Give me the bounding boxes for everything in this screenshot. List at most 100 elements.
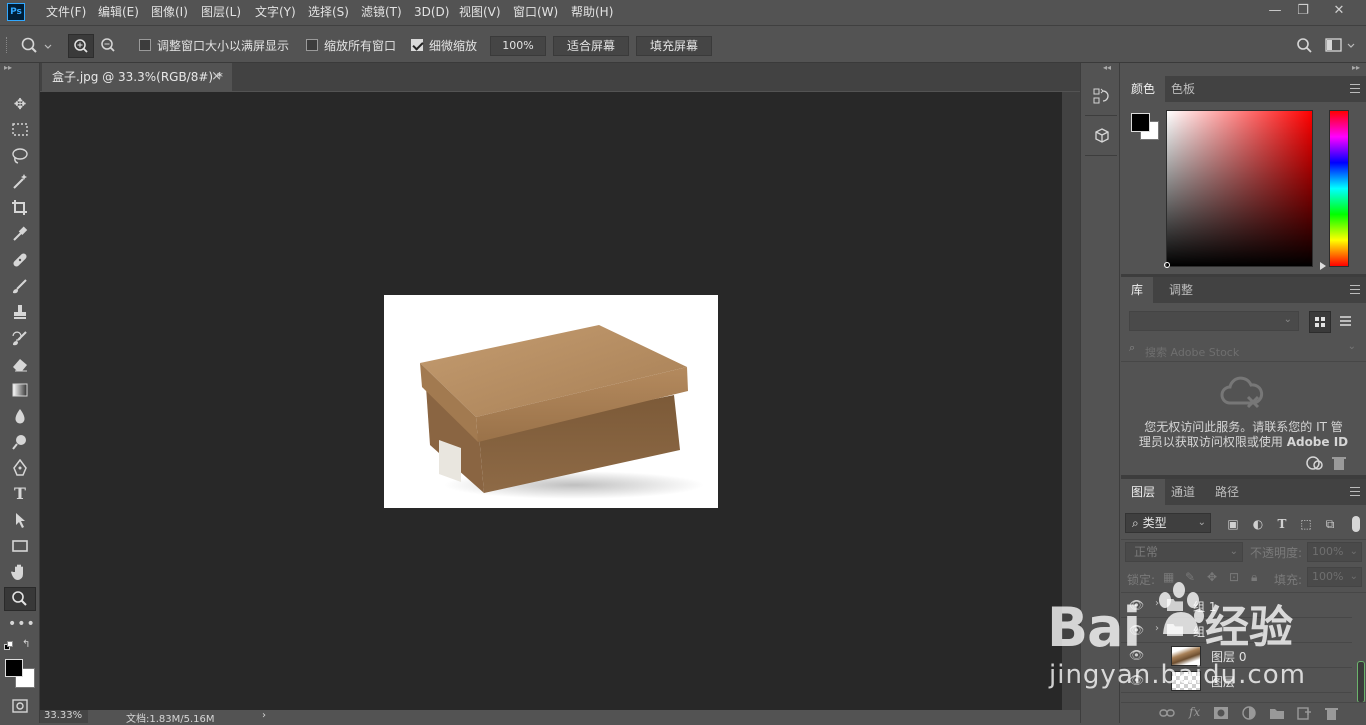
path-selection-tool-icon[interactable] [8,509,32,531]
eyedropper-tool-icon[interactable] [8,223,32,245]
menu-item-3[interactable]: 图层(L) [201,0,241,25]
link-icon[interactable] [1159,706,1175,720]
menu-item-4[interactable]: 文字(Y) [255,0,296,25]
crop-tool-icon[interactable] [8,197,32,219]
zoom-tool-preset-icon[interactable] [20,36,56,56]
adobe-id-link[interactable]: Adobe ID [1287,435,1348,449]
eraser-tool-icon[interactable] [8,353,32,375]
color-panel-foreground-swatch[interactable] [1131,113,1150,132]
smart-object-filter-icon[interactable]: ⧉ [1320,513,1340,535]
rectangle-tool-icon[interactable] [8,535,32,557]
quick-mask-icon[interactable] [8,695,32,717]
search-dropdown-icon[interactable]: ⌄ [1348,341,1356,352]
blend-mode-dropdown[interactable]: 正常 ⌄ [1125,542,1243,562]
more-tools-icon[interactable]: ••• [8,613,35,635]
zoom-level-field[interactable]: 33.33% [40,710,88,723]
lasso-tool-icon[interactable] [8,145,32,167]
close-window-button[interactable]: ✕ [1324,2,1354,20]
hue-slider-handle[interactable] [1320,262,1326,270]
hand-tool-icon[interactable] [8,561,32,583]
scrubby-zoom-checkbox[interactable] [411,39,423,51]
tab-channels[interactable]: 通道 [1161,479,1205,505]
menu-item-2[interactable]: 图像(I) [151,0,188,25]
lock-all-icon[interactable]: 🔒︎ [1251,567,1257,587]
document-tab[interactable]: 盒子.jpg @ 33.3%(RGB/8#) * × [42,63,232,91]
zoom-tool-icon[interactable] [4,587,36,611]
foreground-color-swatch[interactable] [5,659,23,677]
search-icon[interactable] [1296,37,1314,55]
saturation-brightness-field[interactable] [1166,110,1313,267]
library-sync-icon[interactable] [1305,455,1325,471]
collapse-arrows-icon[interactable]: ◂◂ [1103,63,1111,72]
fill-screen-button[interactable]: 填充屏幕 [636,36,712,56]
move-tool-icon[interactable]: ✥ [8,93,32,115]
library-dropdown[interactable]: ⌄ [1129,311,1299,331]
zoom-out-button[interactable] [96,34,120,58]
type-filter-icon[interactable]: T [1272,513,1292,535]
minimize-button[interactable]: — [1260,2,1290,20]
magic-wand-tool-icon[interactable] [8,171,32,193]
panel-menu-icon[interactable] [1350,285,1360,294]
collapse-arrows-icon[interactable]: ▸▸ [4,63,36,73]
tab-paths[interactable]: 路径 [1205,479,1249,505]
status-menu-arrow-icon[interactable]: › [262,710,266,721]
adjustment-filter-icon[interactable]: ◐ [1248,513,1268,535]
pen-tool-icon[interactable] [8,457,32,479]
menu-item-8[interactable]: 视图(V) [459,0,501,25]
list-view-icon[interactable] [1335,311,1357,333]
menu-item-0[interactable]: 文件(F) [46,0,86,25]
tab-layers[interactable]: 图层 [1121,479,1166,505]
fx-icon[interactable]: fx [1189,705,1200,719]
zoom-all-windows-checkbox[interactable] [306,39,318,51]
hue-slider[interactable] [1329,110,1349,267]
panel-menu-icon[interactable] [1350,487,1360,496]
close-tab-icon[interactable]: × [211,63,222,91]
menu-item-5[interactable]: 选择(S) [308,0,349,25]
adjustment-icon[interactable] [1241,706,1257,720]
new-layer-icon[interactable] [1296,706,1312,720]
3d-panel-icon[interactable] [1093,127,1111,145]
panel-menu-icon[interactable] [1350,84,1360,93]
blur-tool-icon[interactable] [8,405,32,427]
resize-windows-checkbox[interactable] [139,39,151,51]
color-picker-cursor[interactable] [1164,262,1170,268]
fill-field[interactable]: 100% ⌄ [1307,567,1362,587]
filter-toggle[interactable] [1352,516,1360,532]
fit-screen-button[interactable]: 适合屏幕 [553,36,629,56]
menu-item-9[interactable]: 窗口(W) [513,0,558,25]
menu-item-1[interactable]: 编辑(E) [98,0,139,25]
options-grip[interactable] [6,37,10,53]
menu-item-6[interactable]: 滤镜(T) [361,0,402,25]
default-colors-icon[interactable] [4,641,14,651]
history-brush-tool-icon[interactable] [8,327,32,349]
dodge-tool-icon[interactable] [8,431,32,453]
zoom-percent-field[interactable]: 100% [490,36,546,56]
brush-tool-icon[interactable] [8,275,32,297]
zoom-in-button[interactable] [68,34,94,58]
opacity-field[interactable]: 100% ⌄ [1307,542,1362,562]
tab-color[interactable]: 颜色 [1121,76,1166,102]
gradient-tool-icon[interactable] [8,379,32,401]
lock-artboard-icon[interactable]: ⊡ [1229,567,1239,587]
layer-filter-dropdown[interactable]: ⌕ 类型 ⌄ [1125,513,1211,533]
healing-brush-tool-icon[interactable] [8,249,32,271]
library-trash-icon[interactable] [1331,455,1347,471]
marquee-tool-icon[interactable] [8,119,32,141]
swap-colors-icon[interactable]: ↰ [22,639,34,651]
type-tool-icon[interactable]: T [8,483,32,505]
shape-filter-icon[interactable]: ⬚ [1296,513,1316,535]
tab-swatches[interactable]: 色板 [1161,76,1205,102]
grid-view-icon[interactable] [1309,311,1331,333]
tab-libraries[interactable]: 库 [1121,277,1154,303]
expand-arrows-icon[interactable]: ▸▸ [1352,63,1360,72]
history-panel-icon[interactable] [1093,87,1111,107]
stock-search-input[interactable]: 搜索 Adobe Stock [1145,344,1239,360]
clone-stamp-tool-icon[interactable] [8,301,32,323]
trash-icon[interactable] [1323,706,1339,720]
menu-item-7[interactable]: 3D(D) [414,0,449,25]
menu-item-10[interactable]: 帮助(H) [571,0,613,25]
folder-icon[interactable] [1269,706,1285,720]
tab-adjustments[interactable]: 调整 [1159,277,1203,303]
restore-button[interactable]: ❐ [1288,2,1318,20]
mask-icon[interactable] [1213,706,1229,720]
